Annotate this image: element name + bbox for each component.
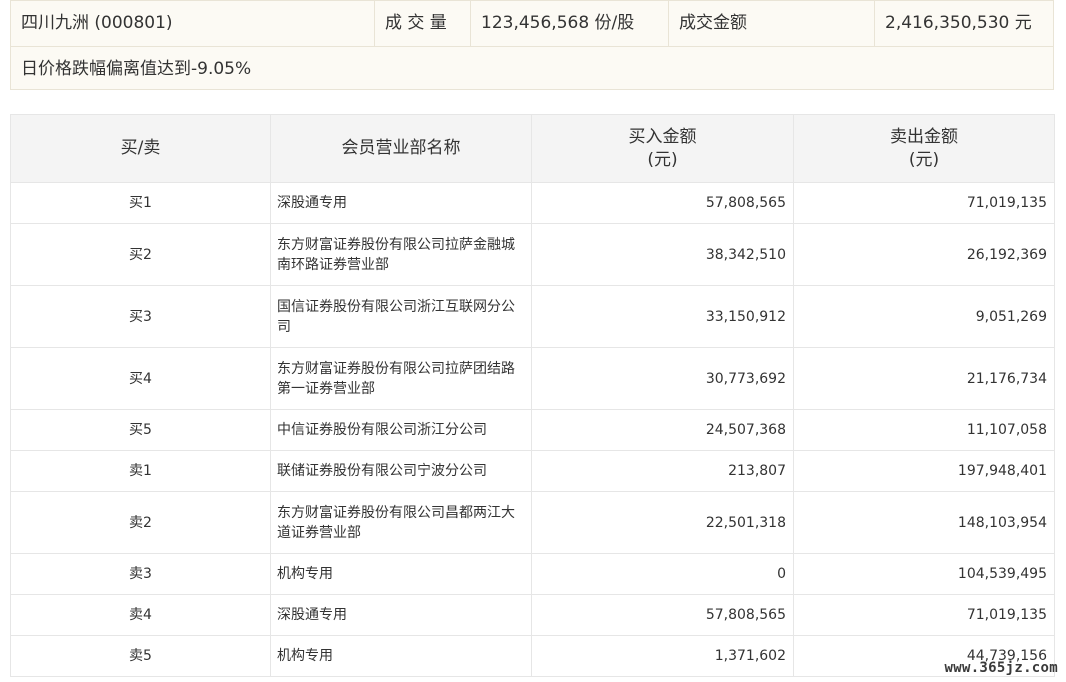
header-side: 买/卖 [10, 114, 271, 183]
row-member: 深股通专用 [270, 594, 532, 636]
amount-value: 2,416,350,530 元 [885, 13, 1032, 33]
row-side: 买2 [10, 223, 271, 286]
table-row: 卖3 机构专用 0 104,539,495 [10, 553, 1055, 595]
table-row: 买3 国信证券股份有限公司浙江互联网分公司 33,150,912 9,051,2… [10, 285, 1055, 348]
volume-label: 成 交 量 [375, 1, 471, 46]
trading-seats-table: 买/卖 会员营业部名称 买入金额 (元) 卖出金额 (元) 买1 深股通专用 57,… [10, 114, 1055, 677]
table-header-row: 买/卖 会员营业部名称 买入金额 (元) 卖出金额 (元) [10, 114, 1055, 183]
row-buy-amount: 33,150,912 [531, 285, 794, 348]
row-buy-amount: 213,807 [531, 450, 794, 492]
row-buy-amount: 0 [531, 553, 794, 595]
row-sell-amount: 71,019,135 [793, 182, 1055, 224]
row-sell-amount: 148,103,954 [793, 491, 1055, 554]
table-row: 卖2 东方财富证券股份有限公司昌都两江大道证券营业部 22,501,318 14… [10, 491, 1055, 554]
summary-row: 四川九洲 (000801) 成 交 量 123,456,568 份/股 成交金额… [11, 1, 1053, 46]
row-member: 深股通专用 [270, 182, 532, 224]
table-row: 买5 中信证券股份有限公司浙江分公司 24,507,368 11,107,058 [10, 409, 1055, 451]
table-row: 卖4 深股通专用 57,808,565 71,019,135 [10, 594, 1055, 636]
row-member: 东方财富证券股份有限公司拉萨团结路第一证券营业部 [270, 347, 532, 410]
header-buy-amount: 买入金额 (元) [531, 114, 794, 183]
row-member: 东方财富证券股份有限公司拉萨金融城南环路证券营业部 [270, 223, 532, 286]
table-row: 买1 深股通专用 57,808,565 71,019,135 [10, 182, 1055, 224]
row-side: 买3 [10, 285, 271, 348]
trade-summary: 四川九洲 (000801) 成 交 量 123,456,568 份/股 成交金额… [10, 0, 1054, 90]
volume-value: 123,456,568 份/股 [471, 1, 669, 46]
table-row: 买4 东方财富证券股份有限公司拉萨团结路第一证券营业部 30,773,692 2… [10, 347, 1055, 410]
row-buy-amount: 57,808,565 [531, 594, 794, 636]
amount-label: 成交金额 [669, 1, 875, 46]
header-sell-amount: 卖出金额 (元) [793, 114, 1055, 183]
row-member: 国信证券股份有限公司浙江互联网分公司 [270, 285, 532, 348]
header-member: 会员营业部名称 [270, 114, 532, 183]
row-sell-amount: 21,176,734 [793, 347, 1055, 410]
stock-name: 四川九洲 (000801) [11, 1, 375, 46]
row-member: 东方财富证券股份有限公司昌都两江大道证券营业部 [270, 491, 532, 554]
row-sell-amount: 9,051,269 [793, 285, 1055, 348]
row-side: 卖2 [10, 491, 271, 554]
site-watermark: www.365jz.com [944, 660, 1058, 676]
table-row: 卖1 联储证券股份有限公司宁波分公司 213,807 197,948,401 [10, 450, 1055, 492]
row-sell-amount: 71,019,135 [793, 594, 1055, 636]
row-sell-amount: 104,539,495 [793, 553, 1055, 595]
table-row: 买2 东方财富证券股份有限公司拉萨金融城南环路证券营业部 38,342,510 … [10, 223, 1055, 286]
row-buy-amount: 38,342,510 [531, 223, 794, 286]
row-member: 联储证券股份有限公司宁波分公司 [270, 450, 532, 492]
row-buy-amount: 24,507,368 [531, 409, 794, 451]
row-side: 买4 [10, 347, 271, 410]
row-member: 机构专用 [270, 635, 532, 677]
row-sell-amount: 11,107,058 [793, 409, 1055, 451]
row-sell-amount: 26,192,369 [793, 223, 1055, 286]
row-buy-amount: 22,501,318 [531, 491, 794, 554]
table-row: 卖5 机构专用 1,371,602 44,739,156 [10, 635, 1055, 677]
row-side: 卖5 [10, 635, 271, 677]
deviation-note: 日价格跌幅偏离值达到-9.05% [11, 46, 1053, 90]
row-side: 卖1 [10, 450, 271, 492]
row-member: 机构专用 [270, 553, 532, 595]
row-buy-amount: 30,773,692 [531, 347, 794, 410]
row-member: 中信证券股份有限公司浙江分公司 [270, 409, 532, 451]
row-side: 买1 [10, 182, 271, 224]
row-side: 卖4 [10, 594, 271, 636]
row-buy-amount: 57,808,565 [531, 182, 794, 224]
row-sell-amount: 197,948,401 [793, 450, 1055, 492]
row-side: 卖3 [10, 553, 271, 595]
row-buy-amount: 1,371,602 [531, 635, 794, 677]
row-side: 买5 [10, 409, 271, 451]
